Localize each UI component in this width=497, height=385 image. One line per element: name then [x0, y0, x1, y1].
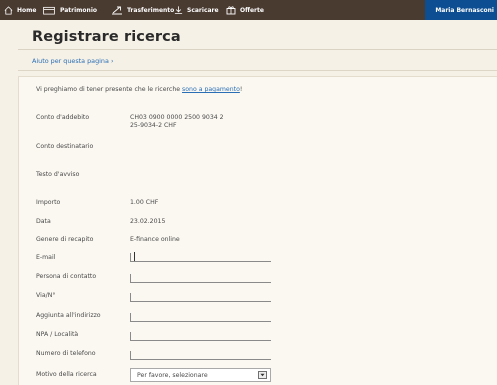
dropdown-icon [258, 371, 267, 379]
nav-offerte[interactable]: Offerte [226, 0, 264, 20]
help-link[interactable]: Aiuto per questa pagina › [32, 57, 114, 65]
telefono-field[interactable] [130, 351, 271, 360]
nav-trasferimento-label: Trasferimento [127, 6, 175, 14]
email-label: E-mail [36, 254, 56, 261]
via-field[interactable] [130, 293, 271, 302]
payment-notice-link[interactable]: sono a pagamento [182, 86, 240, 93]
chevron-right-icon: › [110, 57, 114, 65]
nav-home-label: Home [17, 6, 37, 14]
transfer-icon [112, 6, 122, 15]
data-label: Data [36, 218, 51, 225]
importo-label: Importo [36, 199, 61, 206]
aggiunta-label: Aggiunta all'indirizzo [36, 312, 101, 319]
payment-notice-text: Vi preghiamo di tener presente che le ri… [36, 86, 183, 93]
nav-scaricare[interactable]: Scaricare [174, 0, 219, 20]
motivo-select[interactable]: Per favore, selezionare [130, 368, 271, 382]
aggiunta-field[interactable] [130, 313, 271, 322]
text-caret [134, 252, 135, 261]
nav-trasferimento[interactable]: Trasferimento [111, 0, 174, 20]
wallet-icon [43, 6, 55, 15]
nav-home[interactable]: Home [4, 0, 36, 20]
help-divider [18, 70, 497, 71]
via-label: Via/N° [36, 292, 56, 299]
nav-patrimonio-label: Patrimonio [60, 6, 97, 14]
telefono-label: Numero di telefono [36, 350, 96, 357]
genere-recapito-label: Genere di recapito [36, 236, 94, 243]
persona-contatto-label: Persona di contatto [36, 273, 97, 280]
title-divider [18, 49, 497, 50]
top-navigation-bar: Home Patrimonio Trasferimento Scaricare … [0, 0, 497, 20]
motivo-selected: Per favore, selezionare [137, 371, 208, 379]
conto-addebito-number: 25-9034-2 CHF [130, 122, 177, 129]
nav-offerte-label: Offerte [240, 6, 264, 14]
npa-label: NPA / Località [36, 331, 79, 338]
data-value: 23.02.2015 [130, 218, 166, 225]
home-icon [4, 5, 13, 15]
email-field[interactable] [130, 252, 271, 262]
gift-icon [226, 6, 236, 15]
motivo-label: Motivo della ricerca [36, 371, 97, 378]
conto-destinatario-label: Conto destinatario [36, 143, 94, 150]
conto-addebito-iban: CH03 0900 0000 2500 9034 2 [130, 114, 224, 121]
importo-value: 1.00 CHF [130, 199, 159, 206]
page-title: Registrare ricerca [32, 29, 181, 45]
user-menu[interactable]: Maria Bernasconi [425, 0, 497, 20]
persona-contatto-field[interactable] [130, 274, 271, 283]
payment-notice: Vi preghiamo di tener presente che le ri… [36, 86, 242, 93]
nav-scaricare-label: Scaricare [187, 6, 219, 14]
nav-patrimonio[interactable]: Patrimonio [42, 0, 97, 20]
npa-field[interactable] [130, 332, 271, 341]
user-name: Maria Bernasconi [435, 6, 494, 14]
genere-recapito-value: E-finance online [130, 236, 180, 243]
payment-notice-suffix: ! [239, 86, 243, 93]
download-icon [174, 6, 183, 15]
conto-addebito-label: Conto d'addebito [36, 114, 90, 121]
testo-avviso-label: Testo d'avviso [36, 171, 80, 178]
help-link-label: Aiuto per questa pagina [32, 57, 109, 65]
